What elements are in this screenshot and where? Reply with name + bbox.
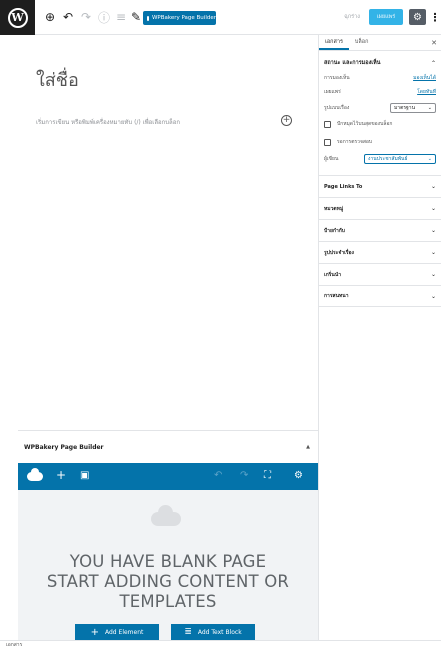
text-block-icon: ≣ <box>184 627 192 637</box>
panel-label: หมวดหมู่ <box>324 205 344 212</box>
editor-canvas: ใส่ชื่อ เริ่มการเขียน หรือพิมพ์เครื่องหม… <box>0 35 318 640</box>
blank-cloud-icon <box>151 505 181 526</box>
wpbakery-panel: WPBakery Page Builder ▲ + ▣ ↶ ↷ ⛶ ⚙ YOU … <box>18 430 318 640</box>
wordpress-logo-button[interactable]: W <box>0 0 35 35</box>
chevron-down-icon: ⌄ <box>430 205 436 212</box>
info-icon[interactable]: ⓘ <box>96 9 112 25</box>
chevron-down-icon: ⌄ <box>427 156 432 162</box>
tab-block[interactable]: บล็อก <box>349 38 375 50</box>
add-text-block-button[interactable]: ≣ Add Text Block <box>171 624 255 640</box>
blank-page-message: YOU HAVE BLANK PAGE START ADDING CONTENT… <box>18 552 318 612</box>
publish-date-link[interactable]: โดยทันที <box>417 88 436 96</box>
add-block-icon[interactable]: ⊕ <box>42 9 58 25</box>
undo-icon[interactable]: ↶ <box>60 9 76 25</box>
chevron-down-icon: ⌄ <box>430 292 436 300</box>
pending-checkbox[interactable] <box>324 138 331 146</box>
wpbakery-toggle-button[interactable]: WPBakery Page Builder <box>143 11 216 25</box>
author-label: ผู้เขียน <box>324 156 339 162</box>
publish-row: เผยแพร่ โดยทันที <box>319 85 441 99</box>
panel-discussion[interactable]: การสนทนา ⌄ <box>319 285 441 307</box>
block-placeholder[interactable]: เริ่มการเขียน หรือพิมพ์เครื่องหมายทับ (/… <box>36 117 180 127</box>
kebab-icon: ⋮ <box>429 10 441 24</box>
author-select[interactable]: งานประชาสัมพันธ์ ⌄ <box>364 154 436 164</box>
format-row: รูปแบบเรื่อง มาตรฐาน ⌄ <box>319 99 441 117</box>
pending-row: รอการตรวจสอบ <box>319 135 441 149</box>
sticky-row: ปักหมุดไว้บนสุดของบล็อก <box>319 117 441 131</box>
wpbakery-blank-area: YOU HAVE BLANK PAGE START ADDING CONTENT… <box>18 490 318 640</box>
chevron-down-icon: ⌄ <box>430 227 436 234</box>
chevron-up-icon: ⌃ <box>430 59 436 67</box>
panel-categories[interactable]: หมวดหมู่ ⌄ <box>319 197 441 219</box>
panel-label: เกริ่นนำ <box>324 271 342 278</box>
wpbakery-toolbar: + ▣ ↶ ↷ ⛶ ⚙ <box>18 463 318 490</box>
visibility-row: การมองเห็น มองเห็นได้ <box>319 71 441 85</box>
sticky-checkbox[interactable] <box>324 120 331 128</box>
add-element-icon[interactable]: + <box>56 468 66 482</box>
settings-button[interactable]: ⚙ <box>409 9 426 25</box>
author-select-value: งานประชาสัมพันธ์ <box>368 156 408 162</box>
blank-line-3: TEMPLATES <box>119 592 217 611</box>
more-options-button[interactable]: ⋮ <box>429 9 441 25</box>
tab-document[interactable]: เอกสาร <box>319 38 349 50</box>
publish-button[interactable]: เผยแพร่ <box>369 9 403 25</box>
close-icon[interactable]: ✕ <box>431 39 437 47</box>
wpb-settings-icon[interactable]: ⚙ <box>294 470 303 481</box>
chevron-down-icon: ⌄ <box>430 183 436 190</box>
status-visibility-header[interactable]: สถานะ และการมองเห็น ⌃ <box>319 55 441 71</box>
wpbakery-panel-header[interactable]: WPBakery Page Builder ▲ <box>18 430 318 463</box>
sidebar-tabs: เอกสาร บล็อก ✕ <box>319 35 441 51</box>
wpbakery-logo-icon[interactable] <box>27 468 43 481</box>
wpbakery-panel-title: WPBakery Page Builder <box>24 443 104 451</box>
format-select-value: มาตรฐาน <box>394 105 416 111</box>
collapse-caret-icon[interactable]: ▲ <box>306 444 310 450</box>
add-element-label: Add Element <box>105 628 144 636</box>
blank-line-2: START ADDING CONTENT OR <box>46 572 290 591</box>
panel-excerpt[interactable]: เกริ่นนำ ⌄ <box>319 263 441 285</box>
format-label: รูปแบบเรื่อง <box>324 105 350 111</box>
redo-icon[interactable]: ↷ <box>78 9 94 25</box>
panel-label: การสนทนา <box>324 293 349 299</box>
wpbakery-cloud-icon <box>147 15 149 21</box>
panel-label: ป้ายกำกับ <box>324 227 345 234</box>
blank-line-1: YOU HAVE BLANK PAGE <box>69 552 267 571</box>
wordpress-icon: W <box>7 7 28 28</box>
visibility-label: การมองเห็น <box>324 75 350 81</box>
chevron-down-icon: ⌄ <box>430 271 436 278</box>
templates-icon[interactable]: ▣ <box>80 470 89 481</box>
wpb-redo-icon[interactable]: ↷ <box>240 470 248 481</box>
visibility-link[interactable]: มองเห็นได้ <box>413 74 436 82</box>
editor-top-toolbar: W ⊕ ↶ ↷ ⓘ ≡ ✎ WPBakery Page Builder ฉุกร… <box>0 0 441 35</box>
pending-label: รอการตรวจสอบ <box>337 139 373 145</box>
chevron-down-icon: ⌄ <box>430 249 436 256</box>
edit-tools-icon[interactable]: ✎ <box>128 9 144 25</box>
author-row: ผู้เขียน งานประชาสัมพันธ์ ⌄ <box>319 149 441 169</box>
format-select[interactable]: มาตรฐาน ⌄ <box>390 103 436 113</box>
panel-featured-image[interactable]: รูปประจำเรื่อง ⌄ <box>319 241 441 263</box>
add-element-button[interactable]: + Add Element <box>75 624 159 640</box>
panel-label: Page Links To <box>324 183 363 190</box>
publish-label: เผยแพร่ <box>324 89 341 95</box>
save-draft-button[interactable]: ฉุกร่าง <box>340 9 364 25</box>
status-bar: เอกสาร <box>0 640 441 649</box>
fullscreen-icon[interactable]: ⛶ <box>264 470 271 481</box>
status-visibility-title: สถานะ และการมองเห็น <box>324 60 381 66</box>
chevron-down-icon: ⌄ <box>427 105 432 111</box>
list-view-icon[interactable]: ≡ <box>113 9 129 25</box>
panel-page-links-to[interactable]: Page Links To ⌄ <box>319 175 441 197</box>
inline-add-block-icon[interactable]: + <box>281 115 292 126</box>
wpbakery-toggle-label: WPBakery Page Builder <box>151 15 216 21</box>
sticky-label: ปักหมุดไว้บนสุดของบล็อก <box>337 121 393 127</box>
post-title-input[interactable]: ใส่ชื่อ <box>36 65 79 94</box>
plus-icon: + <box>90 626 99 638</box>
add-text-block-label: Add Text Block <box>197 628 242 636</box>
panel-label: รูปประจำเรื่อง <box>324 249 354 256</box>
gear-icon: ⚙ <box>413 11 422 23</box>
wpb-undo-icon[interactable]: ↶ <box>214 470 222 481</box>
panel-tags[interactable]: ป้ายกำกับ ⌄ <box>319 219 441 241</box>
settings-sidebar: เอกสาร บล็อก ✕ สถานะ และการมองเห็น ⌃ การ… <box>318 35 441 640</box>
